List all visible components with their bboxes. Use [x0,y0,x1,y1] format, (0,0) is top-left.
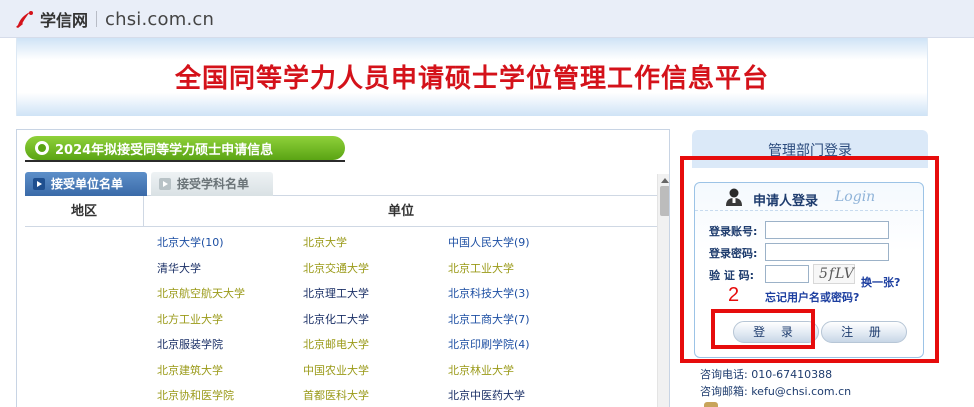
school-link[interactable]: 北京林业大学 [448,362,514,378]
vertical-scrollbar[interactable] [657,174,669,407]
contact-phone: 咨询电话: 010-67410388 [700,368,833,381]
circle-bullet-icon [35,141,49,155]
recruitment-info-panel: 2024年拟接受同等学力硕士申请信息 接受单位名单 接受学科名单 地区 单位 北… [16,129,670,407]
platform-banner: 全国同等学力人员申请硕士学位管理工作信息平台 [16,38,928,116]
school-row: 北方工业大学 北京化工大学 北京工商大学(7) [157,311,637,337]
school-link[interactable]: 北京航空航天大学 [157,285,245,301]
logo-icon [16,11,33,28]
school-link[interactable]: 清华大学 [157,260,201,276]
school-link[interactable]: 北京协和医学院 [157,387,234,403]
school-link[interactable]: 北京工商大学(7) [448,311,530,327]
play-arrow-icon [33,178,45,190]
section-title: 2024年拟接受同等学力硕士申请信息 [55,143,274,158]
school-link[interactable]: 北京邮电大学 [303,336,369,352]
site-logo[interactable]: 学信网 chsi.com.cn [14,8,214,30]
school-link[interactable]: 北京服装学院 [157,336,223,352]
tab-label: 接受单位名单 [51,177,124,191]
logo-separator [96,11,98,27]
list-tabs: 接受单位名单 接受学科名单 [25,172,657,196]
play-arrow-icon [159,178,171,190]
banner-title: 全国同等学力人员申请硕士学位管理工作信息平台 [174,64,769,94]
school-link[interactable]: 中国人民大学(9) [448,234,530,250]
top-bar: 学信网 chsi.com.cn [0,0,974,38]
school-link[interactable]: 北京化工大学 [303,311,369,327]
annotation-step-number: 2 [728,284,740,306]
decorative-icon [704,402,718,407]
school-link[interactable]: 北京科技大学(3) [448,285,530,301]
school-list: 北京大学(10) 北京大学 中国人民大学(9) 清华大学 北京交通大学 北京工业大学北京航… [157,234,637,407]
section-pill: 2024年拟接受同等学力硕士申请信息 [25,136,345,160]
school-link[interactable]: 首都医科大学 [303,387,369,403]
school-link[interactable]: 中国农业大学 [303,362,369,378]
school-row: 北京航空航天大学 北京理工大学 北京科技大学(3) [157,285,637,311]
school-link[interactable]: 北京中医药大学 [448,387,525,403]
school-row: 北京大学(10) 北京大学 中国人民大学(9) [157,234,637,260]
school-row: 北京建筑大学 中国农业大学 北京林业大学 [157,362,637,388]
logo-domain: chsi.com.cn [105,8,215,30]
column-header-unit: 单位 [387,204,414,219]
column-header-region: 地区 [25,196,144,227]
school-link[interactable]: 北方工业大学 [157,311,223,327]
annotation-box-login-button [711,309,815,349]
school-link[interactable]: 北京理工大学 [303,285,369,301]
school-link[interactable]: 北京建筑大学 [157,362,223,378]
contact-email: 咨询邮箱: kefu@chsi.com.cn [700,385,852,398]
school-link[interactable]: 北京交通大学 [303,260,369,276]
tab-unit-list[interactable]: 接受单位名单 [25,172,147,196]
school-row: 清华大学 北京交通大学 北京工业大学 [157,260,637,286]
section-header: 2024年拟接受同等学力硕士申请信息 [25,136,345,162]
logo-name: 学信网 [40,11,89,30]
tab-label: 接受学科名单 [177,177,250,191]
school-row: 北京服装学院 北京邮电大学 北京印刷学院(4) [157,336,637,362]
school-link[interactable]: 北京大学 [303,234,347,250]
school-link[interactable]: 北京印刷学院(4) [448,336,530,352]
school-link[interactable]: 北京大学(10) [157,234,224,250]
table-header: 地区 单位 [25,196,657,227]
scroll-thumb[interactable] [660,186,669,216]
tab-subject-list[interactable]: 接受学科名单 [151,172,273,196]
school-link[interactable]: 北京工业大学 [448,260,514,276]
scroll-up-arrow-icon[interactable] [661,178,669,183]
school-row: 北京协和医学院 首都医科大学 北京中医药大学 [157,387,637,407]
